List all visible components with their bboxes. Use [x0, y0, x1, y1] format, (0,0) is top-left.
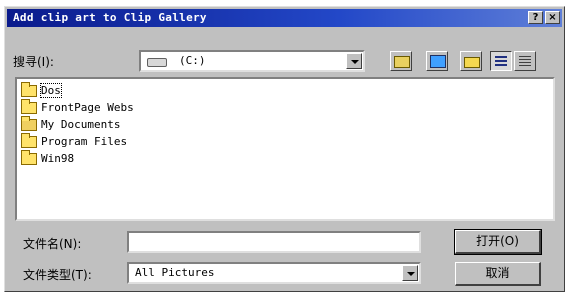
filetype-value: All Pictures [135, 266, 215, 279]
filename-input[interactable] [127, 231, 421, 253]
lookin-dropdown-button[interactable] [346, 53, 362, 69]
details-view-icon [519, 56, 531, 66]
desktop-button[interactable] [426, 51, 448, 71]
lookin-combo[interactable]: (C:) [139, 50, 365, 72]
up-folder-icon [394, 56, 410, 68]
folder-icon [21, 82, 37, 97]
up-folder-button[interactable] [390, 51, 412, 71]
new-folder-button[interactable] [460, 51, 482, 71]
drive-icon [147, 58, 167, 67]
filename-label: 文件名(N): [23, 237, 82, 251]
cancel-button[interactable]: 取消 [455, 262, 541, 286]
documents-folder-icon [21, 116, 37, 131]
dialog-window: Add clip art to Clip Gallery ? × 搜寻(I): … [4, 6, 565, 292]
lookin-value: (C:) [179, 54, 206, 67]
folder-icon [21, 133, 37, 148]
filetype-dropdown-button[interactable] [402, 265, 418, 281]
details-view-button[interactable] [514, 51, 536, 71]
list-view-icon [495, 56, 507, 66]
list-item-label: My Documents [41, 118, 121, 131]
list-item-label: Win98 [41, 152, 75, 165]
filetype-combo[interactable]: All Pictures [127, 262, 421, 284]
new-folder-icon [464, 57, 480, 68]
folder-icon [21, 99, 37, 114]
filetype-label: 文件类型(T): [23, 268, 92, 282]
list-item-label: FrontPage Webs [41, 101, 134, 114]
desktop-icon [430, 55, 446, 68]
help-button[interactable]: ? [528, 11, 543, 24]
list-view-button[interactable] [490, 51, 512, 71]
folder-icon [21, 150, 37, 165]
window-title: Add clip art to Clip Gallery [13, 11, 207, 24]
lookin-label: 搜寻(I): [13, 55, 54, 69]
open-button[interactable]: 打开(O) [454, 229, 542, 255]
file-list[interactable]: Dos FrontPage Webs My Documents Program … [15, 77, 555, 221]
close-button[interactable]: × [545, 11, 560, 24]
list-item-label: Dos [40, 83, 62, 98]
list-item-label: Program Files [41, 135, 128, 148]
title-bar[interactable]: Add clip art to Clip Gallery ? × [7, 9, 562, 27]
